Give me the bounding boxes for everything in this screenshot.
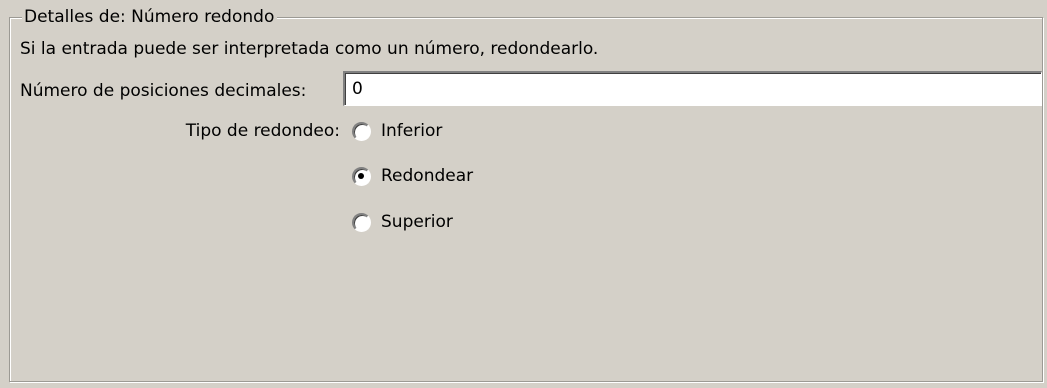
groupbox-title: Detalles de: Número redondo — [22, 5, 278, 29]
radio-button-icon[interactable] — [352, 166, 371, 186]
radio-option-superior[interactable]: Superior — [352, 209, 453, 235]
rounding-type-label: Tipo de redondeo: — [185, 121, 340, 141]
radio-option-redondear[interactable]: Redondear — [352, 163, 473, 189]
radio-label: Redondear — [381, 166, 474, 186]
decimal-places-input[interactable] — [343, 71, 1042, 106]
radio-button-icon[interactable] — [352, 121, 371, 141]
radio-option-inferior[interactable]: Inferior — [352, 118, 442, 144]
radio-label: Superior — [381, 212, 453, 232]
radio-button-icon[interactable] — [352, 212, 371, 232]
radio-label: Inferior — [381, 121, 443, 141]
description-text: Si la entrada puede ser interpretada com… — [20, 39, 599, 59]
decimal-places-label: Número de posiciones decimales: — [20, 81, 307, 101]
